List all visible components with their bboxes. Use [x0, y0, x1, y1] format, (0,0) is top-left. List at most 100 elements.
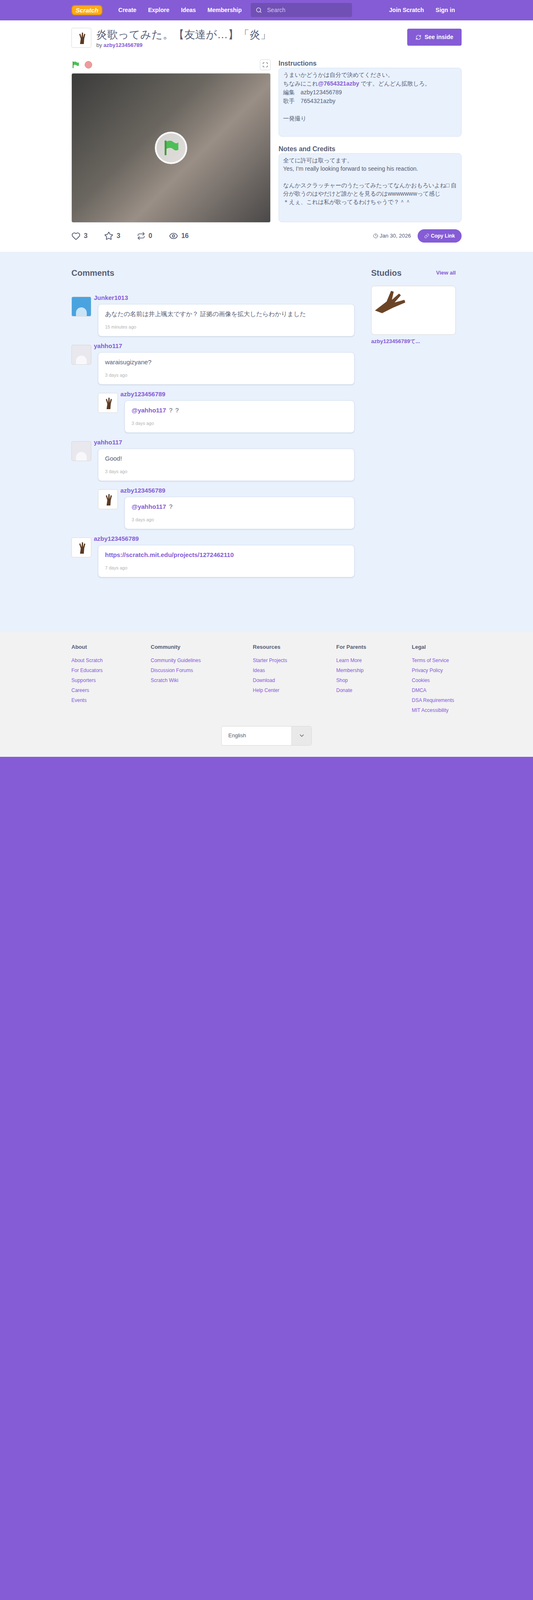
instructions-line: 編集 azby123456789 — [283, 88, 458, 97]
mention-link[interactable]: @yahho117 — [131, 406, 167, 414]
view-all-link[interactable]: View all — [436, 268, 456, 277]
footer-link[interactable]: Events — [71, 694, 151, 705]
language-select[interactable]: English — [221, 725, 312, 746]
footer-column: For ParentsLearn MoreMembershipShopDonat… — [336, 642, 412, 715]
comment: azby123456789 https://scratch.mit.edu/pro… — [71, 537, 355, 578]
search-field[interactable]: Search — [250, 2, 353, 18]
footer-column: Community Community GuidelinesDiscussion … — [150, 642, 253, 715]
user-avatar[interactable] — [97, 488, 118, 509]
comments-title: Comments — [71, 266, 355, 279]
favorite-stat[interactable]: 3 — [104, 230, 121, 241]
green-flag-icon[interactable] — [71, 60, 80, 69]
heart-icon — [71, 231, 81, 241]
nav-item[interactable]: Create — [112, 5, 143, 15]
comment-username[interactable]: azby123456789 — [120, 486, 355, 494]
hand-avatar-icon — [100, 491, 116, 507]
comment-text: https://scratch.mit.edu/projects/1272462… — [105, 550, 348, 560]
footer-link[interactable]: DMCA — [411, 684, 462, 695]
scratch-logo[interactable]: Scratch — [71, 4, 103, 16]
instructions-line — [283, 105, 458, 115]
notes-line — [283, 172, 458, 181]
love-stat[interactable]: 3 — [71, 230, 88, 241]
fullscreen-button[interactable] — [259, 59, 271, 71]
studio-name[interactable]: azby123456789て... — [371, 337, 456, 346]
stage-controls — [71, 58, 271, 71]
user-avatar[interactable] — [71, 344, 92, 365]
star-icon — [104, 231, 114, 241]
comment-username[interactable]: Junker1013 — [93, 293, 355, 302]
date-icon — [373, 233, 379, 239]
project-date: Jan 30, 2026 — [373, 231, 411, 240]
avatar-figure-icon — [75, 451, 87, 461]
dropdown-icon — [298, 731, 306, 739]
comment-time: 15 minutes ago — [105, 323, 348, 331]
studio-card[interactable]: azby123456789て... — [371, 285, 456, 346]
footer-column: ResourcesStarter ProjectsIdeasDownloadHe… — [252, 642, 337, 715]
comment-username[interactable]: yahho117 — [93, 438, 355, 446]
see-inside-button[interactable]: See inside — [407, 28, 462, 46]
join-link[interactable]: Join Scratch — [388, 5, 424, 15]
stop-icon[interactable] — [84, 61, 93, 69]
instructions-line: 一発撮り — [283, 114, 458, 123]
footer-link[interactable]: DSA Requirements — [411, 694, 462, 705]
comment-time: 7 days ago — [105, 564, 348, 572]
mention-link[interactable]: @7654321azby — [317, 80, 360, 87]
footer-link[interactable]: Membership — [336, 665, 412, 675]
comment-username[interactable]: azby123456789 — [120, 390, 355, 398]
user-avatar[interactable] — [71, 440, 92, 461]
project-section: 炎歌ってみた。【友達が…】「炎」by azby123456789See insi… — [0, 20, 533, 252]
nav-item[interactable]: Ideas — [175, 5, 202, 15]
avatar-figure-icon — [75, 355, 87, 365]
copy-link-button[interactable]: Copy Link — [417, 229, 462, 243]
comment-time: 3 days ago — [105, 467, 348, 475]
mention-link[interactable]: @yahho117 — [131, 502, 167, 510]
footer-link[interactable]: MIT Accessibility — [411, 704, 462, 715]
start-flag-button[interactable] — [154, 131, 188, 164]
comment-bubble: Good!3 days ago — [97, 448, 355, 481]
comment-username[interactable]: azby123456789 — [93, 534, 355, 543]
footer-link[interactable]: Privacy Policy — [411, 665, 462, 675]
footer-link[interactable]: Download — [252, 674, 337, 685]
footer-link[interactable]: Terms of Service — [411, 655, 462, 666]
instructions-line: うまいかどうかは自分で決めてください。 — [283, 70, 458, 80]
user-avatar[interactable] — [71, 537, 92, 558]
footer-link[interactable]: Community Guidelines — [150, 655, 253, 666]
comment-bubble: @yahho117 ？3 days ago — [124, 496, 355, 529]
footer-link[interactable]: Supporters — [71, 674, 151, 685]
views-stat: 16 — [168, 230, 189, 241]
footer-link[interactable]: Ideas — [252, 665, 337, 675]
comment-bubble: @yahho117 ？？3 days ago — [124, 400, 355, 433]
project-author: by azby123456789 — [96, 41, 408, 50]
comment: yahho117waraisugizyane?3 days agoazby123… — [71, 344, 355, 433]
nav-item[interactable]: Membership — [201, 5, 248, 15]
stats-row: 3 3 0 16 Jan 30, 2026 Copy Link — [71, 227, 462, 245]
comment-link[interactable]: https://scratch.mit.edu/projects/1272462… — [105, 550, 234, 558]
footer-link[interactable]: Discussion Forums — [150, 665, 253, 675]
footer-link[interactable]: Scratch Wiki — [150, 674, 253, 685]
nav-item[interactable]: Explore — [142, 5, 176, 15]
instructions-line: ちなみにこれ@7654321azby です。どんどん拡散しろ。 — [283, 79, 458, 89]
footer-link[interactable]: Learn More — [336, 655, 412, 666]
footer-link[interactable]: For Educators — [71, 665, 151, 675]
comment-bubble: https://scratch.mit.edu/projects/1272462… — [97, 544, 355, 578]
user-avatar[interactable] — [97, 392, 118, 413]
footer-link[interactable]: Cookies — [411, 674, 462, 685]
footer-link[interactable]: Shop — [336, 674, 412, 685]
comment-reply: azby123456789 @yahho117 ？？3 days ago — [97, 392, 355, 433]
footer-heading: Community — [150, 642, 253, 651]
sign-in-link[interactable]: Sign in — [435, 5, 455, 15]
project-stage[interactable] — [71, 73, 271, 223]
footer-link[interactable]: Donate — [336, 684, 412, 695]
footer-link[interactable]: Starter Projects — [252, 655, 337, 666]
instructions-line: 歌手 7654321azby — [283, 96, 458, 106]
notes-box: 全てに許可は取ってます。Yes, I'm really looking forw… — [278, 153, 462, 223]
comment-username[interactable]: yahho117 — [93, 342, 355, 350]
footer-link[interactable]: About Scratch — [71, 655, 151, 666]
footer-link[interactable]: Help Center — [252, 684, 337, 695]
studio-thumbnail — [371, 285, 456, 335]
remix-stat: 0 — [136, 230, 153, 241]
footer-link[interactable]: Careers — [71, 684, 151, 695]
comment: yahho117 Good!3 days ago azby123456789 @yah… — [71, 440, 355, 529]
user-avatar[interactable] — [71, 296, 92, 317]
author-avatar[interactable] — [71, 27, 92, 48]
